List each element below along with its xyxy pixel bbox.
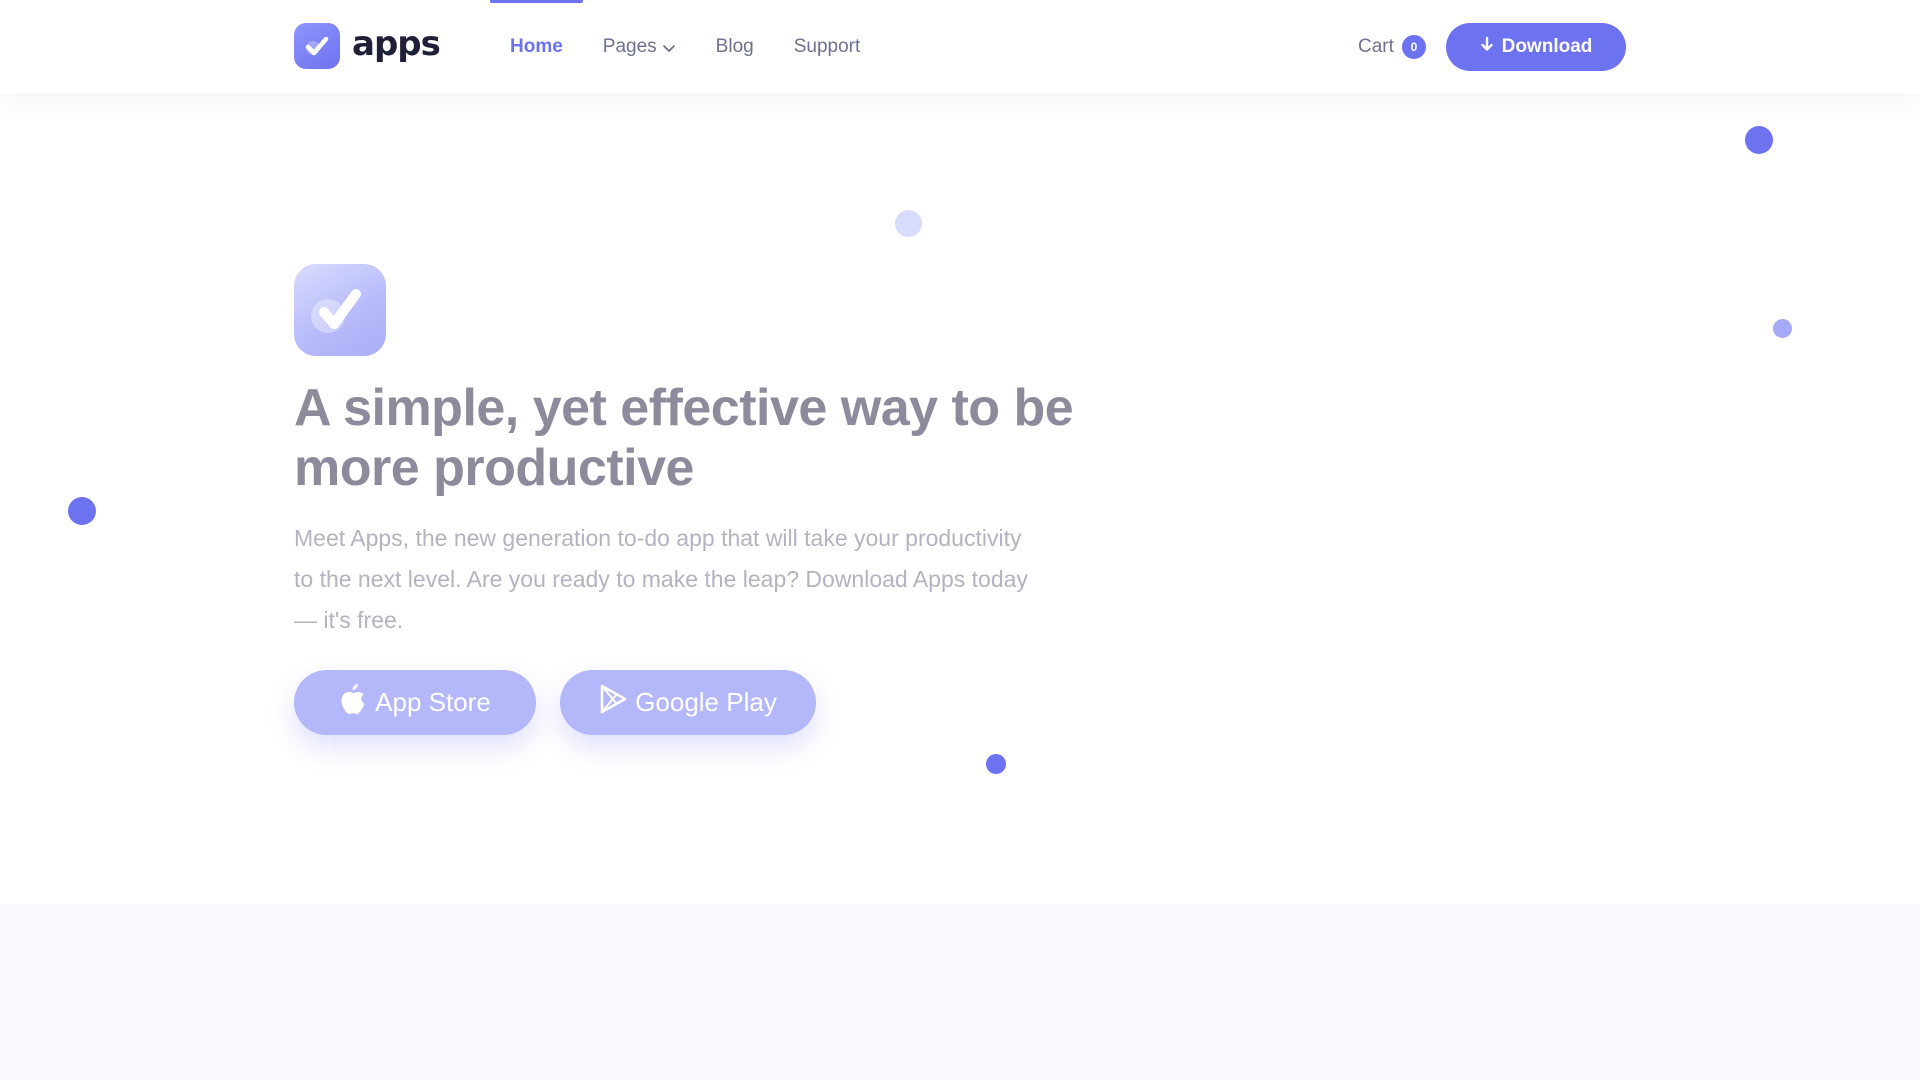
decor-dot — [986, 754, 1006, 774]
download-button[interactable]: Download — [1446, 23, 1626, 71]
decor-dot — [895, 210, 922, 237]
nav-pages-dropdown[interactable]: Pages — [583, 0, 696, 94]
hero-subtitle: Meet Apps, the new generation to-do app … — [294, 525, 1028, 633]
google-play-button[interactable]: Google Play — [560, 670, 816, 735]
decor-dot — [1773, 319, 1792, 338]
download-label: Download — [1501, 36, 1593, 57]
check-icon — [294, 264, 386, 356]
brand-logo-link[interactable]: apps — [294, 23, 441, 69]
next-section-band — [0, 904, 1920, 1080]
nav-blog[interactable]: Blog — [696, 0, 774, 94]
decor-dot — [1745, 126, 1773, 154]
nav-blog-label: Blog — [715, 36, 754, 57]
check-logo-icon — [294, 23, 340, 69]
cart-count-badge: 0 — [1401, 35, 1426, 59]
decor-dot — [68, 497, 96, 525]
landing-page: apps Home Pages Blog Support Cart 0 Down… — [0, 0, 1920, 1080]
nav-support[interactable]: Support — [774, 0, 881, 94]
nav-support-label: Support — [793, 36, 861, 57]
apple-icon — [339, 682, 367, 723]
nav-pages-label: Pages — [602, 36, 657, 57]
arrow-down-icon — [1480, 36, 1494, 58]
cart-label: Cart — [1358, 36, 1394, 57]
hero-title: A simple, yet effective way to be more p… — [294, 379, 1074, 497]
main-nav: Home Pages Blog Support — [490, 0, 880, 94]
nav-home-label: Home — [510, 36, 563, 57]
store-buttons: App Store Google Play — [294, 670, 816, 735]
brand-name: apps — [352, 24, 441, 64]
google-play-label: Google Play — [635, 687, 777, 717]
navbar: apps Home Pages Blog Support Cart 0 Down… — [0, 0, 1920, 94]
google-play-icon — [599, 684, 627, 721]
app-store-label: App Store — [375, 687, 491, 717]
cart-link[interactable]: Cart 0 — [1358, 0, 1426, 94]
chevron-down-icon — [662, 41, 676, 55]
nav-home[interactable]: Home — [490, 0, 583, 94]
app-store-button[interactable]: App Store — [294, 670, 536, 735]
